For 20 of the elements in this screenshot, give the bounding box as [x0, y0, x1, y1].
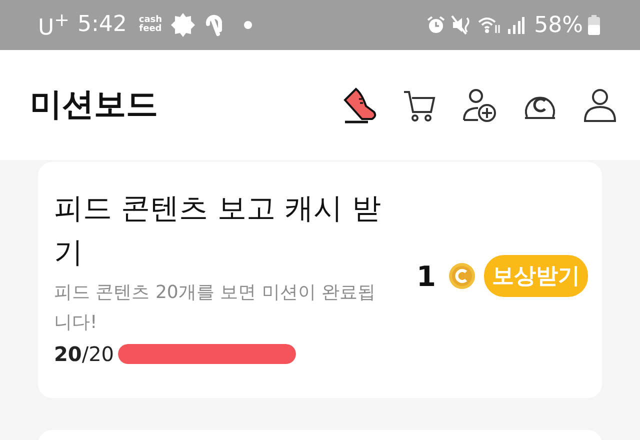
wifi-icon — [478, 15, 502, 35]
sneaker-icon[interactable] — [342, 86, 378, 124]
battery-percent: 58% — [534, 12, 583, 38]
add-friend-icon[interactable] — [462, 87, 498, 123]
mission-description: 피드 콘텐츠 20개를 보면 미션이 완료됩니다! — [54, 281, 377, 335]
alarm-icon — [426, 15, 446, 35]
app-logo-text: cash feed — [138, 16, 162, 34]
clock-time: 5:42 — [77, 12, 127, 38]
signal-icon — [507, 15, 526, 35]
page-title: 미션보드 — [30, 84, 158, 125]
notification-dot-icon — [244, 20, 252, 29]
reward-amount: 1 — [416, 260, 436, 292]
coin-icon — [448, 262, 476, 290]
carrier-label: U$^{+}$ — [38, 10, 70, 40]
battery-icon — [588, 15, 600, 35]
profile-icon[interactable] — [582, 87, 618, 123]
badge-icon — [170, 12, 196, 38]
claim-reward-button[interactable]: 보상받기 — [484, 255, 588, 297]
mission-title: 피드 콘텐츠 보고 캐시 받기 — [54, 190, 382, 271]
progress-count: 20/20 — [54, 342, 114, 366]
